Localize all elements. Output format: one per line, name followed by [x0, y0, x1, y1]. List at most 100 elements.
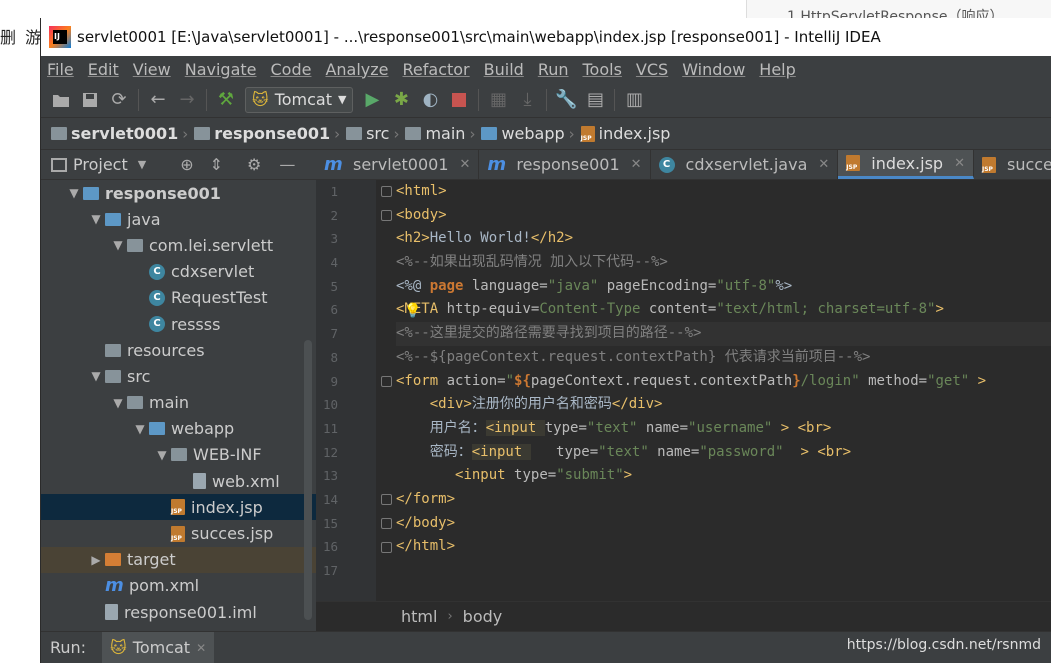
code-line: <META http-equiv=Content-Type content="t… — [396, 298, 1051, 322]
fold-marker-icon[interactable] — [381, 210, 392, 221]
menu-bar: File Edit View Navigate Code Analyze Refactor B… — [41, 56, 1051, 82]
chevron-down-icon[interactable]: ▼ — [65, 186, 83, 200]
sync-icon[interactable]: ⟳ — [109, 89, 129, 110]
fold-marker-icon[interactable] — [381, 186, 392, 197]
editor-tab[interactable]: Ccdxservlet.java ✕ — [651, 150, 839, 179]
hide-icon[interactable]: — — [279, 155, 295, 174]
menu-navigate[interactable]: Navigate — [185, 60, 257, 79]
menu-analyze[interactable]: Analyze — [325, 60, 388, 79]
menu-build[interactable]: Build — [484, 60, 524, 79]
code-lines[interactable]: <html> <body> <h2>Hello World!</h2> <%--… — [396, 180, 1051, 583]
scrollbar[interactable] — [304, 340, 312, 620]
download-icon[interactable]: ⤓ — [517, 89, 537, 110]
menu-file[interactable]: File — [47, 60, 74, 79]
tree-item[interactable]: ▼ com.lei.servlett — [41, 232, 316, 258]
nav-crumb[interactable]: webapp — [481, 124, 565, 143]
tree-item-label: web.xml — [212, 471, 280, 491]
nav-crumb[interactable]: servlet0001 — [51, 124, 178, 143]
sdk-icon[interactable]: ▥ — [624, 89, 644, 110]
menu-code[interactable]: Code — [271, 60, 312, 79]
editor-crumb-body[interactable]: body — [463, 607, 503, 626]
menu-run[interactable]: Run — [538, 60, 569, 79]
chevron-down-icon[interactable]: ▼ — [131, 422, 149, 436]
tree-item[interactable]: C RequestTest — [41, 285, 316, 311]
tree-item[interactable]: web.xml — [41, 468, 316, 494]
tree-item[interactable]: ▼ src — [41, 363, 316, 389]
close-icon[interactable]: ✕ — [954, 156, 965, 171]
editor-tab[interactable]: succes.jsp✕ — [974, 150, 1051, 179]
menu-edit[interactable]: Edit — [88, 60, 119, 79]
navigation-breadcrumb: servlet0001 › response001 › src › main › webapp ›… — [41, 118, 1051, 150]
open-folder-icon[interactable] — [51, 90, 71, 110]
settings-wrench-icon[interactable]: 🔧 — [555, 89, 577, 110]
tree-item[interactable]: ▼ java — [41, 206, 316, 232]
nav-crumb[interactable]: response001 — [194, 124, 330, 143]
close-icon[interactable]: ✕ — [818, 157, 829, 172]
debug-icon[interactable]: ✱ — [391, 89, 411, 110]
chevron-down-icon[interactable]: ▼ — [109, 238, 127, 252]
close-icon[interactable]: ✕ — [631, 157, 642, 172]
editor-crumb-html[interactable]: html — [401, 607, 437, 626]
tree-item[interactable]: Cressss — [41, 311, 316, 337]
bulb-icon[interactable]: 💡 — [404, 300, 421, 324]
chevron-down-icon[interactable]: ▼ — [109, 396, 127, 410]
tree-item-label: WEB-INF — [193, 445, 262, 465]
editor-tab[interactable]: m response001 ✕ — [479, 150, 651, 179]
menu-refactor[interactable]: Refactor — [403, 60, 470, 79]
tree-item[interactable]: response001.iml — [41, 599, 316, 625]
code-line: 用户名：<input type="text" name="username" >… — [429, 419, 832, 436]
nav-crumb[interactable]: src — [346, 124, 389, 143]
gear-icon[interactable]: ⚙ — [247, 155, 261, 174]
attach-icon[interactable]: ▦ — [488, 89, 508, 110]
nav-crumb-label: main — [425, 124, 466, 143]
editor-tab[interactable]: index.jsp ✕ — [838, 150, 974, 179]
fold-marker-icon[interactable] — [381, 494, 392, 505]
nav-crumb[interactable]: index.jsp — [580, 124, 670, 143]
close-icon[interactable]: ✕ — [460, 157, 471, 172]
menu-window[interactable]: Window — [682, 60, 745, 79]
chevron-down-icon[interactable]: ▼ — [87, 369, 105, 383]
tree-item[interactable]: succes.jsp — [41, 520, 316, 546]
stop-icon[interactable] — [449, 90, 469, 110]
forward-arrow-icon[interactable]: → — [177, 89, 197, 110]
build-hammer-icon[interactable]: ⚒ — [216, 89, 236, 110]
window-title: servlet0001 [E:\Java\servlet0001] - ...\… — [77, 28, 881, 46]
run-icon[interactable]: ▶ — [362, 89, 382, 110]
coverage-icon[interactable]: ◐ — [420, 89, 440, 110]
tree-item[interactable]: ▼ webapp — [41, 416, 316, 442]
menu-help[interactable]: Help — [759, 60, 795, 79]
tree-item[interactable]: m pom.xml — [41, 573, 316, 599]
chevron-down-icon[interactable]: ▼ — [87, 212, 105, 226]
back-arrow-icon[interactable]: ← — [148, 89, 168, 110]
run-config-select[interactable]: 🐱 Tomcat ▼ — [245, 86, 354, 113]
menu-tools[interactable]: Tools — [583, 60, 622, 79]
project-structure-icon[interactable]: ▤ — [585, 89, 605, 110]
tree-item[interactable]: index.jsp — [41, 494, 316, 521]
code-line-current: <%--这里提交的路径需要寻找到项目的路径--%> — [396, 322, 1051, 346]
code-area[interactable]: 1 2 3 4 5 6 7 8 9 10 11 12 13 14 15 16 17 <html> <body> … — [316, 180, 1051, 601]
run-tab-tomcat[interactable]: 🐱 Tomcat ✕ — [102, 631, 215, 663]
nav-crumb[interactable]: main — [405, 124, 465, 143]
menu-view[interactable]: View — [133, 60, 171, 79]
chevron-down-icon[interactable]: ▼ — [138, 158, 146, 171]
tree-item[interactable]: resources — [41, 337, 316, 363]
fold-marker-icon[interactable] — [381, 376, 392, 387]
save-icon[interactable] — [80, 90, 100, 110]
fold-marker-icon[interactable] — [381, 542, 392, 553]
menu-vcs[interactable]: VCS — [636, 60, 668, 79]
close-icon[interactable]: ✕ — [196, 641, 206, 655]
chevron-right-icon[interactable]: ▶ — [87, 553, 105, 567]
collapse-icon[interactable]: ⇕ — [210, 155, 223, 174]
fold-marker-icon[interactable] — [381, 518, 392, 529]
tree-item[interactable]: ▼ WEB-INF — [41, 442, 316, 468]
tree-item[interactable]: ▶ target — [41, 546, 316, 573]
editor-tab[interactable]: m servlet0001 ✕ — [316, 150, 480, 179]
chevron-down-icon[interactable]: ▼ — [153, 448, 171, 462]
toolbar-separator — [614, 88, 616, 111]
project-panel-title[interactable]: Project — [73, 155, 128, 174]
tree-item[interactable]: Ccdxservlet — [41, 259, 316, 285]
tree-item[interactable]: ▼ main — [41, 390, 316, 416]
locate-icon[interactable]: ⊕ — [180, 155, 193, 174]
tree-item[interactable]: ▼ response001 — [41, 180, 316, 206]
web-folder-icon — [149, 422, 165, 436]
